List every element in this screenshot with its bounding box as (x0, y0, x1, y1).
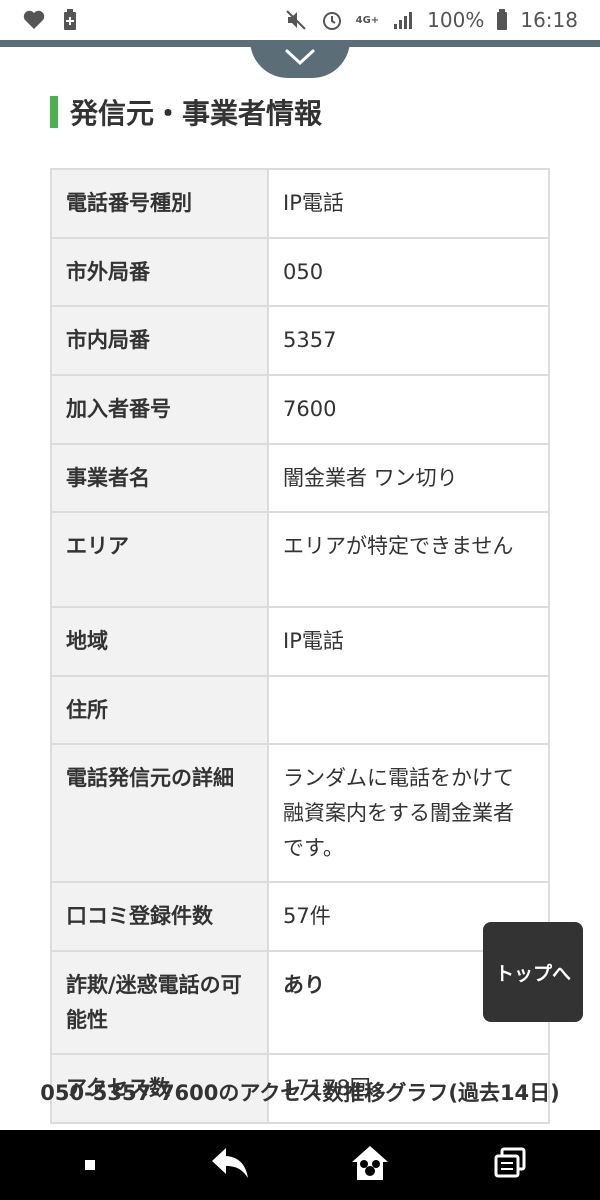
back-arrow-icon (210, 1146, 250, 1184)
table-row: 口コミ登録件数 57件 (50, 881, 550, 953)
back-to-top-button[interactable]: トップへ (483, 922, 583, 1022)
table-row: 市内局番 5357 (50, 305, 550, 376)
row-label: 口コミ登録件数 (50, 881, 269, 953)
row-label: 詐欺/迷惑電話の可能性 (50, 950, 269, 1056)
network-type: 4G+ (355, 14, 380, 26)
back-to-top-label: トップへ (494, 962, 571, 985)
square-icon (84, 1156, 96, 1175)
nav-home-button[interactable] (340, 1135, 400, 1195)
row-label: 電話番号種別 (50, 168, 269, 239)
table-row: 事業者名 闇金業者 ワン切り (50, 442, 550, 514)
row-label: 住所 (50, 674, 269, 746)
system-nav-bar (0, 1130, 600, 1200)
row-value: IP電話 (267, 168, 550, 239)
row-label: 電話発信元の詳細 (50, 743, 269, 884)
row-label: 市外局番 (50, 236, 269, 308)
battery-percent: 100% (427, 8, 485, 32)
alarm-icon (320, 8, 344, 32)
row-value: 7600 (267, 373, 550, 445)
row-value: ランダムに電話をかけて融資案内をする闇金業者です。 (267, 743, 550, 884)
table-row: 詐欺/迷惑電話の可能性 あり (50, 950, 550, 1056)
clock: 16:18 (520, 8, 578, 32)
status-bar: 4G+ 100% 16:18 (0, 0, 600, 40)
row-value: 闇金業者 ワン切り (267, 442, 550, 514)
row-label: 市内局番 (50, 305, 269, 376)
table-row: 加入者番号 7600 (50, 373, 550, 445)
row-value: エリアが特定できません (267, 511, 550, 609)
table-row: 地域 IP電話 (50, 606, 550, 677)
section-heading: 発信元・事業者情報 (50, 95, 323, 130)
table-row: 電話発信元の詳細 ランダムに電話をかけて融資案内をする闇金業者です。 (50, 743, 550, 884)
nav-square-button[interactable] (60, 1135, 120, 1195)
row-value: 050 (267, 236, 550, 308)
signal-icon (391, 8, 415, 32)
nav-back-button[interactable] (200, 1135, 260, 1195)
row-value (267, 674, 550, 746)
graph-title: 050-5357-7600のアクセス数推移グラフ(過去14日) (40, 1081, 560, 1105)
nav-recents-button[interactable] (480, 1135, 540, 1195)
battery-plus-icon (58, 8, 82, 32)
row-label: エリア (50, 511, 269, 609)
home-icon (350, 1144, 390, 1186)
table-row: 住所 (50, 674, 550, 746)
recents-icon (493, 1147, 527, 1183)
status-left (22, 8, 82, 32)
heart-icon (22, 8, 46, 32)
info-table: 電話番号種別 IP電話 市外局番 050 市内局番 5357 加入者番号 760… (50, 168, 550, 1124)
section-title: 発信元・事業者情報 (70, 97, 323, 130)
table-row: 電話番号種別 IP電話 (50, 168, 550, 239)
table-row: エリア エリアが特定できません (50, 511, 550, 609)
battery-icon (496, 8, 508, 32)
row-label: 地域 (50, 606, 269, 677)
table-row: 市外局番 050 (50, 236, 550, 308)
row-value: 5357 (267, 305, 550, 376)
heading-accent-bar (50, 96, 58, 128)
row-label: 事業者名 (50, 442, 269, 514)
row-value: IP電話 (267, 606, 550, 677)
row-label: 加入者番号 (50, 373, 269, 445)
mute-icon (284, 8, 308, 32)
status-right: 4G+ 100% 16:18 (284, 8, 578, 32)
